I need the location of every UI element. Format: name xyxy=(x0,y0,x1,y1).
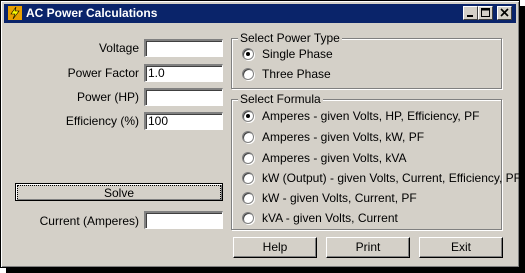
print-button-label: Print xyxy=(355,240,381,254)
radio-label: Three Phase xyxy=(262,67,331,81)
radio-button[interactable] xyxy=(242,172,254,184)
help-button-label: Help xyxy=(262,240,288,254)
solve-button-label: Solve xyxy=(17,185,221,201)
radio-button-selected[interactable] xyxy=(242,48,254,60)
radio-label: kW (Output) - given Volts, Current, Effi… xyxy=(262,171,521,185)
radio-dot xyxy=(246,52,250,56)
close-button[interactable] xyxy=(497,6,512,20)
radio-button-selected[interactable] xyxy=(242,110,254,122)
radio-button[interactable] xyxy=(242,152,254,164)
power-type-group-title: Select Power Type xyxy=(238,31,342,45)
radio-label: kW - given Volts, Current, PF xyxy=(262,191,417,205)
exit-button[interactable]: Exit xyxy=(419,237,503,258)
power-hp-label: Power (HP) xyxy=(76,90,139,104)
radio-dot xyxy=(246,114,250,118)
power-factor-input[interactable]: 1.0 xyxy=(144,64,223,82)
radio-label: Amperes - given Volts, HP, Efficiency, P… xyxy=(262,109,480,123)
power-type-group: Select Power Type Single Phase Three Pha… xyxy=(231,31,502,89)
radio-button[interactable] xyxy=(242,212,254,224)
close-icon xyxy=(500,8,509,17)
title-bar[interactable]: AC Power Calculations xyxy=(4,4,516,23)
minimize-icon xyxy=(467,15,473,17)
minimize-button[interactable] xyxy=(463,6,478,20)
exit-button-label: Exit xyxy=(450,240,471,254)
formula-group-title: Select Formula xyxy=(238,92,323,106)
power-hp-input[interactable] xyxy=(144,88,223,106)
radio-button[interactable] xyxy=(242,192,254,204)
app-icon xyxy=(8,6,22,20)
maximize-button[interactable] xyxy=(478,6,493,20)
radio-label: Amperes - given Volts, kVA xyxy=(262,151,407,165)
formula-group: Select Formula Amperes - given Volts, HP… xyxy=(231,92,521,230)
app-window: AC Power Calculations Voltage Power Fact… xyxy=(0,0,521,268)
solve-button[interactable]: Solve xyxy=(15,183,223,201)
maximize-icon xyxy=(481,8,490,17)
current-output[interactable] xyxy=(144,211,223,229)
radio-label: Amperes - given Volts, kW, PF xyxy=(262,130,425,144)
help-button[interactable]: Help xyxy=(233,237,317,258)
radio-button[interactable] xyxy=(242,131,254,143)
efficiency-label: Efficiency (%) xyxy=(65,114,139,128)
radio-label: kVA - given Volts, Current xyxy=(262,211,398,225)
voltage-label: Voltage xyxy=(98,41,139,55)
efficiency-input[interactable]: 100 xyxy=(144,112,223,130)
print-button[interactable]: Print xyxy=(326,237,410,258)
voltage-input[interactable] xyxy=(144,39,223,57)
current-label: Current (Amperes) xyxy=(39,214,139,228)
window-title: AC Power Calculations xyxy=(26,6,158,20)
power-factor-label: Power Factor xyxy=(67,66,139,80)
radio-button[interactable] xyxy=(242,68,254,80)
radio-label: Single Phase xyxy=(262,47,333,61)
